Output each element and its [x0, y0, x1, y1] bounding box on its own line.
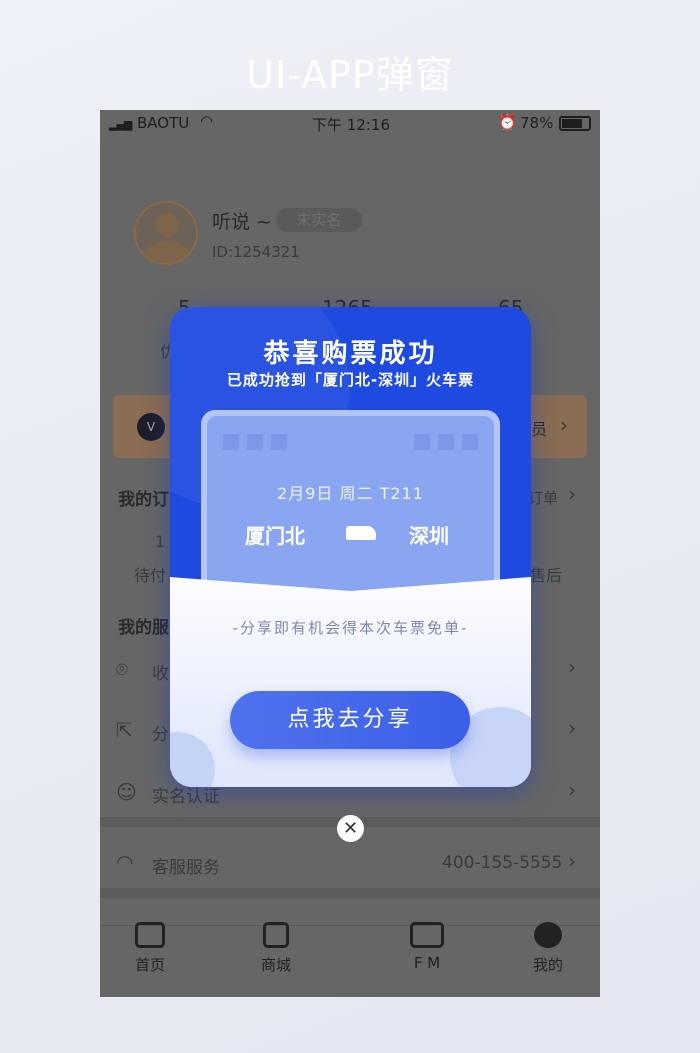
tab-shop[interactable]: 商城 — [231, 922, 321, 975]
tab-label: 首页 — [134, 956, 165, 974]
vip-badge-icon: V — [137, 413, 165, 441]
wifi-icon: ◠ — [200, 112, 214, 130]
tab-profile[interactable]: 我的 — [503, 922, 593, 975]
purchase-success-modal: 恭喜购票成功 已成功抢到「厦门北-深圳」火车票 2月9日 周二 T211 厦门北… — [170, 307, 531, 787]
carrier: BAOTU — [137, 114, 190, 132]
tab-fm[interactable]: F M — [382, 922, 472, 972]
vip-label: 员 — [531, 420, 548, 439]
chevron-right-icon: › — [568, 482, 576, 506]
share-hint: -分享即有机会得本次车票免单- — [232, 619, 469, 637]
alarm-icon: ⏰ — [498, 113, 517, 131]
user-check-icon: ☺ — [116, 780, 137, 804]
radio-icon — [410, 922, 444, 948]
profile-icon — [534, 922, 562, 948]
order-count: 1 — [155, 532, 166, 551]
support-item[interactable]: ◠ 客服服务 400-155-5555 › — [100, 838, 600, 888]
share-button[interactable]: 点我去分享 — [230, 691, 470, 749]
battery-icon — [559, 116, 591, 131]
ticket-date: 2月9日 周二 T211 — [277, 484, 424, 503]
service-label: 分 — [152, 725, 169, 745]
tab-label: 我的 — [532, 956, 563, 974]
headset-icon: ◠ — [116, 850, 134, 874]
signal-icon: ▂▄▆ — [109, 118, 132, 131]
order-status-aftersale[interactable]: 售后 — [530, 562, 562, 586]
share-icon: ⇱ — [116, 718, 133, 742]
modal-title: 恭喜购票成功 — [263, 339, 438, 369]
tab-label: 商城 — [260, 956, 291, 974]
page-title: UI-APP弹窗 — [246, 53, 454, 97]
tab-home[interactable]: 首页 — [105, 922, 195, 975]
user-id: ID:1254321 — [212, 243, 300, 261]
service-label: 收 — [152, 664, 169, 684]
divider — [100, 888, 600, 898]
services-title: 我的服 — [118, 618, 169, 638]
orders-title: 我的订 — [118, 490, 169, 510]
tab-label: F M — [413, 954, 441, 972]
user-name: 听说 ~ — [212, 211, 272, 233]
chevron-right-icon: › — [560, 413, 568, 437]
chevron-right-icon: › — [568, 716, 576, 740]
status-bar: ▂▄▆ BAOTU ◠ 下午 12:16 ⏰ 78% — [100, 110, 600, 137]
modal-subtitle: 已成功抢到「厦门北-深圳」火车票 — [226, 371, 475, 389]
chevron-right-icon: › — [568, 655, 576, 679]
support-label: 客服服务 — [152, 858, 220, 878]
avatar[interactable] — [134, 201, 198, 265]
home-icon — [135, 922, 165, 948]
chevron-right-icon: › — [568, 849, 576, 873]
battery-level: 78% — [520, 114, 554, 132]
close-icon[interactable]: ✕ — [337, 815, 364, 842]
ticket-to: 深圳 — [409, 524, 449, 548]
ticket-card: 2月9日 周二 T211 厦门北 深圳 — [201, 410, 500, 610]
chevron-right-icon: › — [568, 778, 576, 802]
location-icon: ⌾ — [116, 657, 128, 681]
all-orders-link[interactable]: 订单 — [528, 487, 558, 508]
clock: 下午 12:16 — [312, 116, 390, 134]
modal-bottom: -分享即有机会得本次车票免单- — [170, 577, 531, 787]
train-icon — [346, 526, 376, 540]
verification-badge[interactable]: 未实名 — [276, 208, 362, 232]
order-status-pending[interactable]: 待付 — [134, 562, 166, 586]
ticket-from: 厦门北 — [245, 524, 305, 548]
support-phone[interactable]: 400-155-5555 — [442, 853, 562, 873]
shop-icon — [263, 922, 289, 948]
